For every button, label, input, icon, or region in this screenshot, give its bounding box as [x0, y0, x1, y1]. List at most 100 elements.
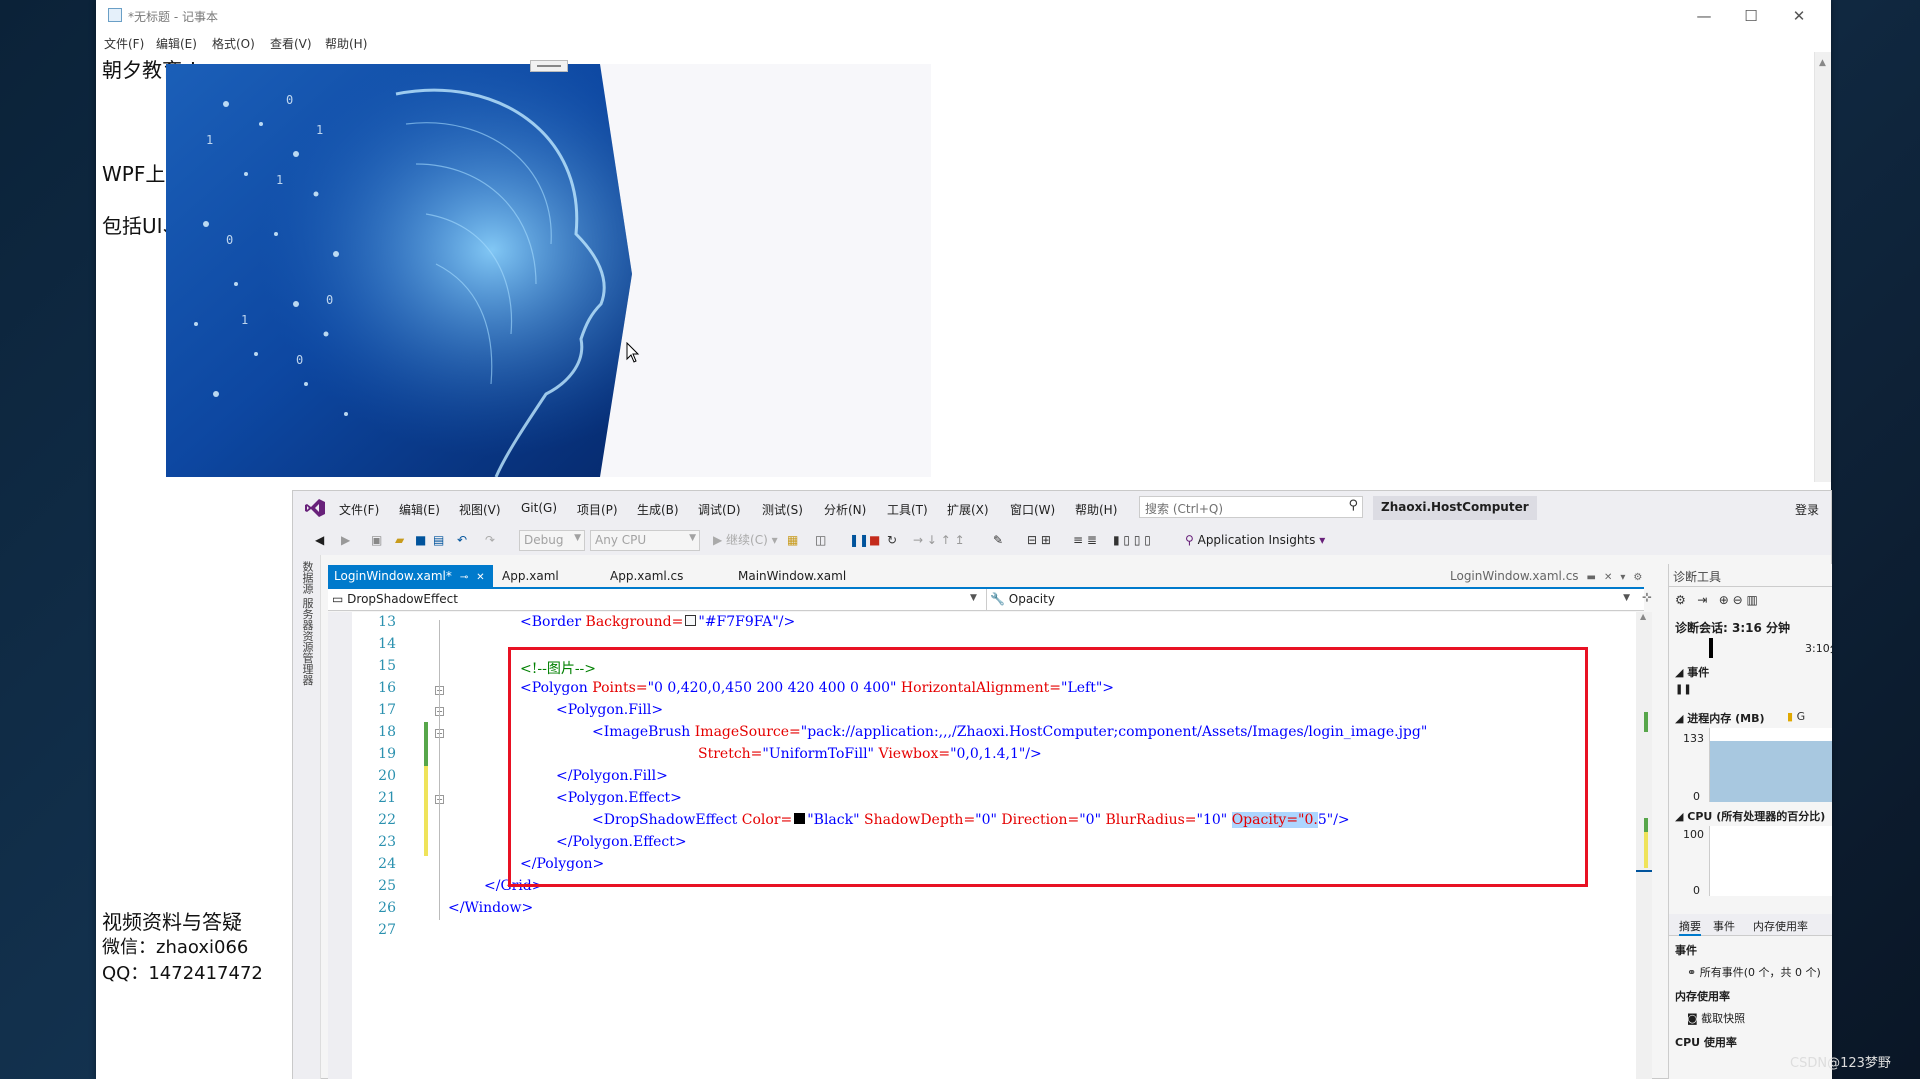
split-icon[interactable]: ⊹ — [1642, 590, 1652, 604]
tab-mainwindow-xaml[interactable]: MainWindow.xaml — [732, 565, 852, 587]
scroll-up-icon[interactable]: ▲ — [1640, 612, 1646, 621]
vs-menu-file[interactable]: 文件(F) — [339, 501, 379, 518]
vs-menu-edit[interactable]: 编辑(E) — [399, 501, 440, 518]
back-icon[interactable]: ◀ — [315, 531, 324, 549]
tab-label: LoginWindow.xaml* — [334, 569, 452, 583]
vs-menu-project[interactable]: 项目(P) — [577, 501, 618, 518]
screenshot-icon[interactable]: ◫ — [815, 531, 826, 549]
tab-list-icon[interactable]: ▾ — [1620, 572, 1625, 583]
notepad-titlebar[interactable]: *无标题 - 记事本 — ☐ ✕ — [96, 0, 1831, 32]
vs-menu-view[interactable]: 视图(V) — [459, 501, 501, 518]
vs-menu-git[interactable]: Git(G) — [521, 501, 557, 515]
close-tab-icon[interactable]: ✕ — [1604, 572, 1612, 583]
maximize-button[interactable]: ☐ — [1728, 4, 1774, 28]
events-section[interactable]: ◢ 事件 — [1675, 664, 1709, 680]
diag-toolbar-icons[interactable]: ⚙ ⇥ ⊕ ⊖ ▥ — [1675, 593, 1758, 607]
config-dropdown[interactable]: Debug ▼ — [519, 530, 585, 551]
chevron-down-icon[interactable]: ▼ — [1623, 593, 1630, 603]
menu-edit[interactable]: 编辑(E) — [156, 35, 197, 52]
undo-icon[interactable]: ↶ — [457, 531, 467, 549]
code-line-26[interactable]: </Window> — [448, 900, 533, 916]
close-tab-icon[interactable]: ✕ — [476, 572, 484, 583]
browse-icon[interactable]: ▦ — [787, 531, 798, 549]
line-number: 13 — [378, 614, 396, 630]
menu-format[interactable]: 格式(O) — [212, 35, 255, 52]
line-number: 18 — [378, 724, 396, 740]
save-all-icon[interactable]: ▤ — [433, 531, 444, 549]
save-icon[interactable]: ■ — [415, 531, 426, 549]
tab-summary[interactable]: 摘要 — [1679, 918, 1701, 936]
memory-section[interactable]: ◢ 进程内存 (MB) — [1675, 710, 1765, 726]
editor-scrollbar[interactable]: ▲ — [1636, 612, 1652, 1079]
note-footer-3[interactable]: QQ：1472417472 — [102, 959, 263, 985]
stop-icon[interactable]: ■ — [869, 531, 880, 549]
step-icon[interactable]: → ↓ ↑ ↥ — [913, 531, 965, 549]
minimize-button[interactable]: — — [1681, 4, 1727, 28]
notepad-scrollbar[interactable]: ▲ — [1814, 52, 1831, 482]
tab-memory[interactable]: 内存使用率 — [1753, 918, 1808, 934]
document-tabs: LoginWindow.xaml* ⊸ ✕ App.xaml App.xaml.cs… — [328, 565, 1642, 587]
note-footer-2[interactable]: 微信：zhaoxi066 — [102, 933, 248, 959]
vs-menu-test[interactable]: 测试(S) — [762, 501, 803, 518]
snapshot-button[interactable]: ◙ 截取快照 — [1687, 1010, 1745, 1026]
notepad-icon — [108, 8, 122, 22]
vs-menu-tools[interactable]: 工具(T) — [887, 501, 928, 518]
tab-loginwindow-xaml[interactable]: LoginWindow.xaml* ⊸ ✕ — [328, 565, 493, 587]
vs-side-toolbar[interactable]: 数据源 服务器资源管理器 — [293, 555, 321, 1079]
app-insights-button[interactable]: ⚲ Application Insights ▾ — [1185, 531, 1325, 549]
tab-app-xaml[interactable]: App.xaml — [496, 565, 565, 587]
vs-menu-help[interactable]: 帮助(H) — [1075, 501, 1117, 518]
forward-icon[interactable]: ▶ — [341, 531, 350, 549]
code-line-13[interactable]: <Border Background= "#F7F9FA"/> — [520, 614, 795, 630]
cpu-graph — [1709, 826, 1832, 896]
redo-icon[interactable]: ↷ — [485, 531, 495, 549]
all-events-link[interactable]: ⚭ 所有事件(0 个，共 0 个) — [1687, 964, 1821, 980]
layout-icon[interactable]: ⊟ ⊞ — [1027, 531, 1051, 549]
vs-menu-extensions[interactable]: 扩展(X) — [947, 501, 989, 518]
bookmark-icon[interactable]: ▮ ▯ ▯ ▯ — [1113, 531, 1151, 549]
pin-icon[interactable]: ⊸ — [460, 572, 468, 583]
tab-loginwindow-xaml-cs[interactable]: LoginWindow.xaml.cs ▬ ✕ ▾ ⚙ — [1444, 565, 1648, 587]
line-number: 25 — [378, 878, 396, 894]
new-project-icon[interactable]: ▣ — [371, 531, 382, 549]
line-number: 15 — [378, 658, 396, 674]
pause-icon[interactable]: ❚❚ — [849, 531, 869, 549]
vs-menu-window[interactable]: 窗口(W) — [1010, 501, 1055, 518]
platform-dropdown[interactable]: Any CPU ▼ — [590, 530, 700, 551]
restart-icon[interactable]: ↻ — [887, 531, 897, 549]
menu-file[interactable]: 文件(F) — [104, 35, 144, 52]
vs-project-name: Zhaoxi.HostComputer — [1373, 496, 1537, 520]
continue-button[interactable]: ▶ 继续(C) ▾ — [713, 531, 778, 549]
close-button[interactable]: ✕ — [1776, 4, 1822, 28]
open-folder-icon[interactable]: ▰ — [395, 531, 404, 549]
line-number: 20 — [378, 768, 396, 784]
menu-view[interactable]: 查看(V) — [270, 35, 312, 52]
mem-max: 133 — [1683, 732, 1704, 745]
nav-member-dropdown[interactable]: 🔧 Opacity — [990, 592, 1055, 606]
hot-reload-icon[interactable]: ✎ — [993, 531, 1003, 549]
note-footer-1[interactable]: 视频资料与答疑 — [102, 906, 242, 935]
pause-icon[interactable]: ❚❚ — [1675, 684, 1692, 695]
cpu-section[interactable]: ◢ CPU (所有处理器的百分比) — [1675, 808, 1825, 824]
line-number: 19 — [378, 746, 396, 762]
vs-menu-build[interactable]: 生成(B) — [637, 501, 679, 518]
nav-type-dropdown[interactable]: ▭ DropShadowEffect — [332, 592, 458, 606]
gear-icon[interactable]: ⚙ — [1633, 572, 1642, 583]
scroll-up-icon[interactable]: ▲ — [1819, 58, 1826, 68]
sec-events: 事件 — [1675, 944, 1697, 957]
time-mark: 3:10分 — [1805, 642, 1832, 655]
indent-icon[interactable]: ≡ ≣ — [1073, 531, 1097, 549]
vs-menu-debug[interactable]: 调试(D) — [698, 501, 741, 518]
vs-menu-analyze[interactable]: 分析(N) — [824, 501, 866, 518]
xml-attr: Background= — [581, 614, 684, 630]
continue-label: 继续(C) — [726, 533, 768, 547]
chevron-down-icon[interactable]: ▼ — [970, 593, 977, 603]
tab-app-xaml-cs[interactable]: App.xaml.cs — [604, 565, 689, 587]
vs-search-input[interactable]: 搜索 (Ctrl+Q) ⚲ — [1139, 496, 1363, 518]
tab-events[interactable]: 事件 — [1713, 918, 1735, 934]
sign-in-link[interactable]: 登录 — [1795, 501, 1819, 518]
drag-handle[interactable] — [530, 60, 568, 72]
notepad-title: *无标题 - 记事本 — [128, 10, 218, 24]
menu-help[interactable]: 帮助(H) — [325, 35, 367, 52]
pin-icon[interactable]: ▬ — [1587, 572, 1596, 583]
